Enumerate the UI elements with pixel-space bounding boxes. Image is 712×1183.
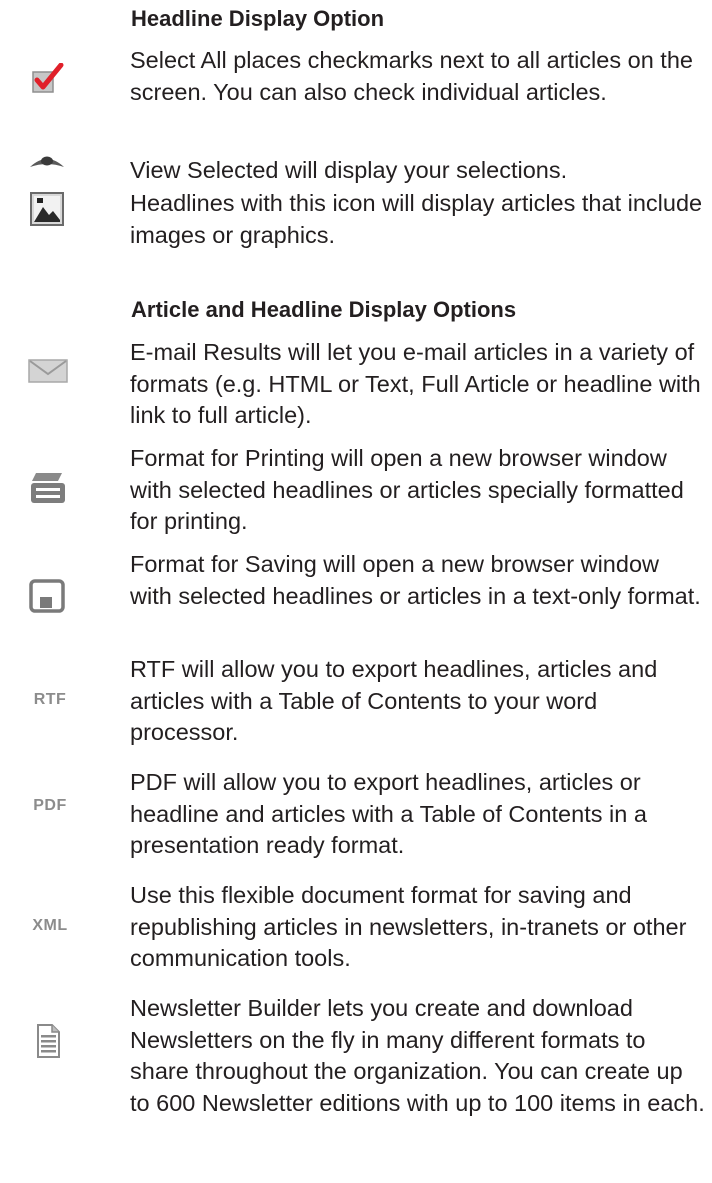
list-item-email-results: E-mail Results will let you e-mail artic…: [0, 337, 712, 437]
xml-icon[interactable]: XML: [0, 917, 100, 935]
image-articles-description: Headlines with this icon will display ar…: [130, 190, 703, 248]
rtf-icon[interactable]: RTF: [0, 691, 100, 709]
newsletter-builder-description: Newsletter Builder lets you create and d…: [130, 995, 705, 1116]
view-selected-description: View Selected will display your selectio…: [130, 157, 568, 183]
section-heading-article-headline-display: Article and Headline Display Options: [131, 297, 517, 322]
select-all-description: Select All places checkmarks next to all…: [130, 47, 693, 105]
pdf-description: PDF will allow you to export headlines, …: [130, 769, 647, 858]
format-saving-description: Format for Saving will open a new browse…: [130, 551, 701, 609]
list-item-format-saving: Format for Saving will open a new browse…: [0, 549, 712, 649]
list-item-pdf: PDF PDF will allow you to export headlin…: [0, 767, 712, 867]
list-item-xml: XML Use this flexible document format fo…: [0, 880, 712, 980]
image-icon: [30, 192, 64, 226]
checkbox-checked-icon[interactable]: [31, 63, 65, 95]
section-heading-headline-display: Headline Display Option: [131, 6, 385, 31]
eye-icon[interactable]: [28, 153, 66, 173]
printer-icon[interactable]: [28, 469, 68, 507]
xml-description: Use this flexible document format for sa…: [130, 882, 687, 971]
list-item-format-printing: Format for Printing will open a new brow…: [0, 443, 712, 543]
pdf-icon[interactable]: PDF: [0, 797, 100, 815]
list-item-rtf: RTF RTF will allow you to export headlin…: [0, 654, 712, 754]
list-item-newsletter-builder: Newsletter Builder lets you create and d…: [0, 993, 712, 1183]
list-item-image-articles: Headlines with this icon will display ar…: [0, 188, 712, 258]
rtf-description: RTF will allow you to export headlines, …: [130, 656, 658, 745]
newsletter-icon[interactable]: [37, 1024, 61, 1058]
email-results-description: E-mail Results will let you e-mail artic…: [130, 339, 701, 428]
list-item-select-all: Select All places checkmarks next to all…: [0, 45, 712, 145]
save-icon[interactable]: [29, 579, 65, 613]
list-item-view-selected: View Selected will display your selectio…: [0, 155, 712, 189]
envelope-icon[interactable]: [28, 359, 68, 385]
format-printing-description: Format for Printing will open a new brow…: [130, 445, 684, 534]
